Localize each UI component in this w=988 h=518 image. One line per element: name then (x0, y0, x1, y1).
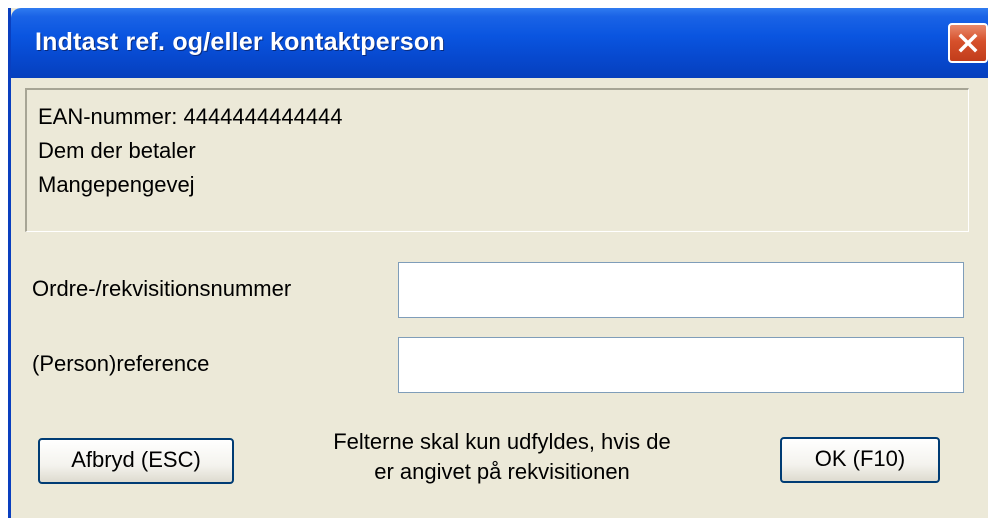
help-note-line1: Felterne skal kun udfyldes, hvis de (333, 429, 671, 454)
address-text: Mangepengevej (38, 172, 195, 197)
cancel-button[interactable]: Afbryd (ESC) (38, 438, 234, 484)
dialog-title: Indtast ref. og/eller kontaktperson (35, 28, 445, 56)
person-reference-label: (Person)reference (32, 351, 210, 376)
payer-name-text: Dem der betaler (38, 138, 196, 163)
ok-button[interactable]: OK (F10) (780, 437, 940, 483)
order-number-input[interactable] (398, 262, 964, 318)
person-reference-input[interactable] (398, 337, 964, 393)
order-number-label: Ordre-/rekvisitionsnummer (32, 276, 292, 301)
help-note-line2: er angivet på rekvisitionen (374, 459, 630, 484)
close-button[interactable] (948, 23, 988, 63)
help-note: Felterne skal kun udfyldes, hvis de er a… (262, 427, 742, 487)
close-x-icon (958, 33, 978, 53)
customer-info-panel: EAN-nummer: 4444444444444 Dem der betale… (25, 88, 969, 232)
ean-number-text: EAN-nummer: 4444444444444 (38, 104, 343, 129)
title-bar[interactable]: Indtast ref. og/eller kontaktperson (11, 8, 988, 78)
